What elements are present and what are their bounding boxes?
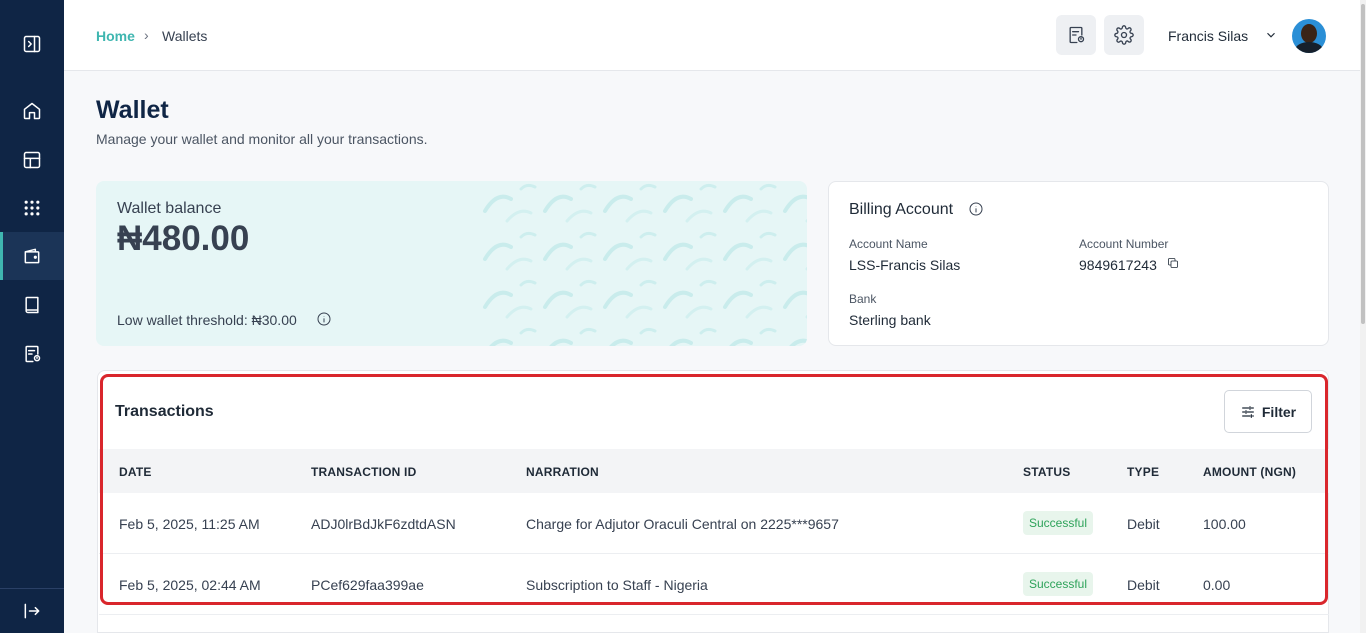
column-header-status[interactable]: STATUS	[1023, 465, 1070, 479]
wallet-icon	[24, 248, 40, 264]
sidebar-item-docs[interactable]	[0, 281, 64, 329]
avatar[interactable]	[1292, 19, 1326, 53]
sidebar-item-wallet[interactable]	[0, 232, 64, 280]
breadcrumb-home[interactable]: Home	[96, 28, 135, 44]
cell-amount: 0.00	[1203, 577, 1231, 593]
logout-button[interactable]	[0, 588, 64, 633]
document-help-icon	[25, 345, 41, 363]
info-icon[interactable]	[968, 201, 984, 217]
help-docs-button[interactable]	[1056, 15, 1096, 55]
breadcrumb-current: Wallets	[162, 28, 208, 44]
column-header-narration[interactable]: NARRATION	[526, 465, 599, 479]
info-icon[interactable]	[316, 311, 332, 327]
document-help-icon	[1069, 26, 1085, 44]
settings-button[interactable]	[1104, 15, 1144, 55]
column-header-date[interactable]: DATE	[119, 465, 152, 479]
sidebar-expand-icon	[23, 35, 41, 53]
decorative-pattern	[477, 181, 807, 346]
breadcrumb-separator: ›	[144, 27, 149, 43]
filter-button[interactable]: Filter	[1224, 390, 1312, 433]
column-header-transaction-id[interactable]: TRANSACTION ID	[311, 465, 416, 479]
sidebar-item-home[interactable]	[0, 87, 64, 135]
cell-type: Debit	[1127, 516, 1160, 532]
wallet-balance-label: Wallet balance	[117, 200, 222, 217]
sidebar-item-dashboard[interactable]	[0, 136, 64, 184]
filter-button-label: Filter	[1261, 403, 1297, 420]
layout-icon	[23, 151, 41, 169]
table-row[interactable]: Feb 5, 2025, 02:44 AM PCef629faa399ae Su…	[99, 554, 1329, 615]
column-header-amount[interactable]: AMOUNT (NGN)	[1203, 465, 1296, 479]
sidebar	[0, 0, 64, 633]
bank-value: Sterling bank	[849, 312, 931, 328]
book-icon	[25, 296, 39, 314]
page-subtitle: Manage your wallet and monitor all your …	[96, 131, 428, 147]
home-icon	[23, 102, 41, 120]
topbar: Home › Wallets Francis Silas	[64, 0, 1360, 71]
copy-icon[interactable]	[1167, 256, 1179, 268]
logout-icon	[24, 603, 40, 619]
user-name[interactable]: Francis Silas	[1168, 28, 1248, 44]
gear-icon	[1114, 25, 1134, 45]
cell-type: Debit	[1127, 577, 1160, 593]
transactions-card: Transactions Filter DATE TRANSACTION ID …	[97, 370, 1329, 633]
account-number-label: Account Number	[1079, 237, 1169, 251]
cell-amount: 100.00	[1203, 516, 1246, 532]
sliders-icon	[1241, 405, 1254, 418]
sidebar-item-support[interactable]	[0, 330, 64, 378]
status-badge: Successful	[1023, 511, 1094, 535]
sidebar-toggle-button[interactable]	[0, 20, 64, 68]
table-row[interactable]: Feb 5, 2025, 11:25 AM ADJ0lrBdJkF6zdtdAS…	[99, 493, 1329, 554]
page-scrollbar[interactable]	[1360, 0, 1366, 633]
grid-dots-icon	[24, 200, 40, 216]
status-badge: Successful	[1023, 572, 1094, 596]
account-name-label: Account Name	[849, 237, 928, 251]
table-header: DATE TRANSACTION ID NARRATION STATUS TYP…	[99, 449, 1329, 493]
cell-transaction-id: ADJ0lrBdJkF6zdtdASN	[311, 516, 456, 532]
account-number-value: 9849617243	[1079, 257, 1157, 273]
low-threshold-text: Low wallet threshold: ₦30.00	[117, 312, 297, 328]
cell-date: Feb 5, 2025, 11:25 AM	[119, 516, 260, 532]
cell-transaction-id: PCef629faa399ae	[311, 577, 424, 593]
cell-narration: Charge for Adjutor Oraculi Central on 22…	[526, 516, 839, 532]
chevron-down-icon[interactable]	[1264, 28, 1278, 42]
transactions-title: Transactions	[115, 403, 214, 420]
cell-date: Feb 5, 2025, 02:44 AM	[119, 577, 261, 593]
page-title: Wallet	[96, 96, 169, 124]
billing-account-title: Billing Account	[849, 201, 954, 218]
wallet-balance-amount: ₦480.00	[117, 219, 250, 258]
column-header-type[interactable]: TYPE	[1127, 465, 1159, 479]
bank-label: Bank	[849, 292, 877, 306]
billing-account-card: Billing Account Account Name LSS-Francis…	[828, 181, 1329, 346]
wallet-balance-card: Wallet balance ₦480.00 Low wallet thresh…	[96, 181, 807, 346]
account-name-value: LSS-Francis Silas	[849, 257, 961, 273]
cell-narration: Subscription to Staff - Nigeria	[526, 577, 708, 593]
sidebar-item-apps[interactable]	[0, 184, 64, 232]
